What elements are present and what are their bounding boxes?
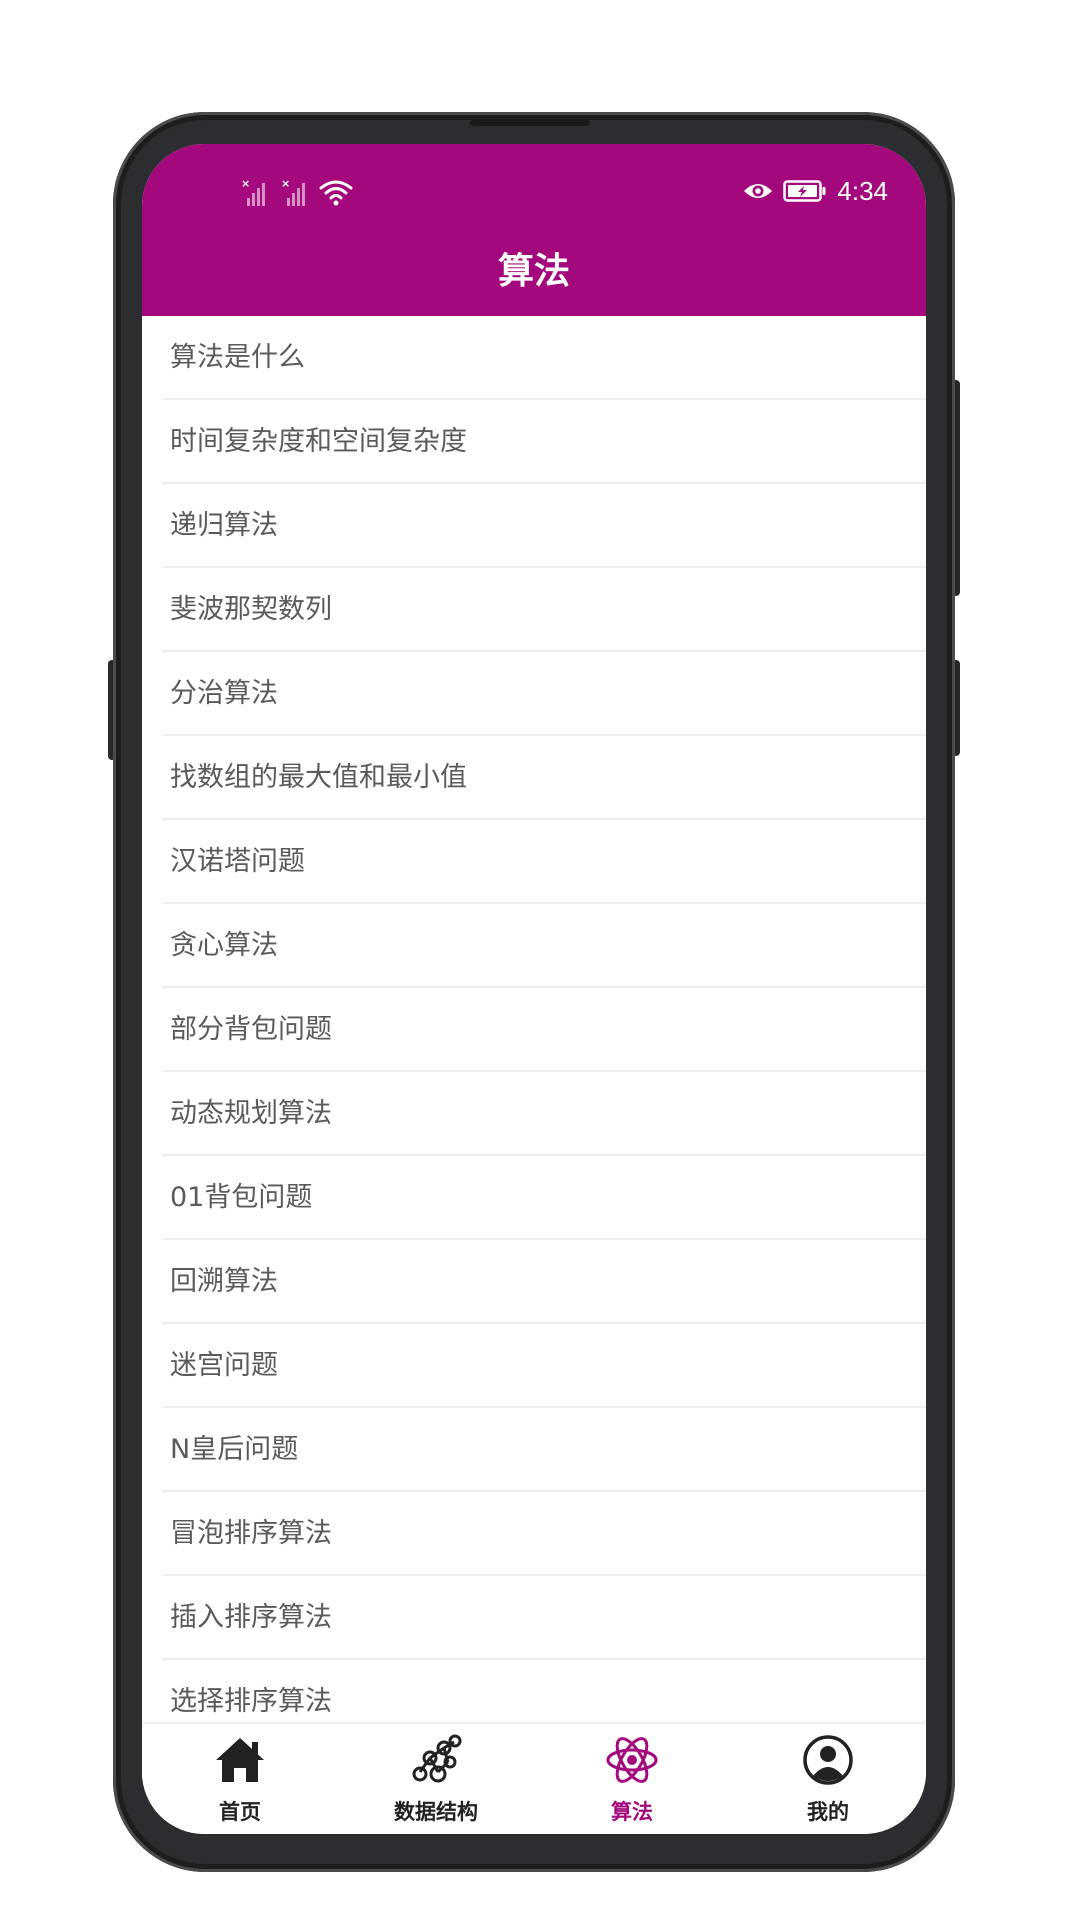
list-item-label: 递归算法 — [170, 510, 278, 541]
list-item-label: N皇后问题 — [170, 1434, 299, 1465]
status-bar-left: × × — [241, 174, 353, 206]
list-item-label: 迷宫问题 — [170, 1350, 278, 1381]
page-title: 算法 — [497, 251, 570, 292]
data-structure-icon — [412, 1734, 462, 1783]
phone-screen: × × 4:34 算法 算法是什么 时间复杂度和空间复杂度 递归算法 斐波那契数… — [142, 144, 926, 1834]
list-item[interactable]: 冒泡排序算法 — [142, 1492, 926, 1576]
list-item[interactable]: 时间复杂度和空间复杂度 — [142, 400, 926, 484]
list-item[interactable]: N皇后问题 — [142, 1408, 926, 1492]
status-bar-right: 4:34 — [743, 174, 888, 208]
list-item-label: 部分背包问题 — [170, 1014, 332, 1045]
list-item-label: 贪心算法 — [170, 930, 278, 961]
list-item-label: 汉诺塔问题 — [170, 846, 305, 877]
list-item-label: 冒泡排序算法 — [170, 1518, 332, 1549]
tab-mine-label: 我的 — [807, 1800, 849, 1824]
wifi-icon — [319, 180, 353, 206]
list-item-label: 斐波那契数列 — [170, 594, 332, 625]
list-item[interactable]: 01背包问题 — [142, 1156, 926, 1240]
home-icon — [216, 1738, 264, 1782]
tab-home-label: 首页 — [219, 1800, 261, 1824]
eye-icon — [744, 184, 773, 198]
signal-1-icon: × — [241, 177, 265, 206]
list-item[interactable]: 插入排序算法 — [142, 1576, 926, 1660]
battery-icon — [783, 180, 826, 202]
tab-data-structure-label: 数据结构 — [394, 1800, 478, 1824]
tab-home[interactable]: 首页 — [142, 1724, 338, 1834]
signal-2-icon: × — [281, 177, 305, 206]
app-header: × × 4:34 算法 — [142, 144, 926, 316]
list-item-label: 选择排序算法 — [170, 1686, 332, 1717]
page: × × 4:34 算法 算法是什么 时间复杂度和空间复杂度 递归算法 斐波那契数… — [0, 0, 1074, 1914]
list-item-label: 01背包问题 — [170, 1182, 313, 1213]
list-item[interactable]: 算法是什么 — [142, 316, 926, 400]
list-item[interactable]: 部分背包问题 — [142, 988, 926, 1072]
list-item-label: 分治算法 — [170, 678, 278, 709]
list-item-label: 动态规划算法 — [170, 1098, 332, 1129]
list-item-label: 时间复杂度和空间复杂度 — [170, 426, 467, 457]
tab-algorithm[interactable]: 算法 — [534, 1724, 730, 1834]
earpiece — [470, 120, 590, 126]
tab-algorithm-label: 算法 — [611, 1800, 653, 1824]
atom-icon — [606, 1737, 658, 1783]
list-item[interactable]: 汉诺塔问题 — [142, 820, 926, 904]
list-item-label: 找数组的最大值和最小值 — [170, 762, 467, 793]
list-item[interactable]: 分治算法 — [142, 652, 926, 736]
list-item[interactable]: 选择排序算法 — [142, 1660, 926, 1724]
tab-mine[interactable]: 我的 — [730, 1724, 926, 1834]
bottom-tab-bar: 首页 数据结构 算法 我的 — [142, 1722, 926, 1834]
list-item[interactable]: 回溯算法 — [142, 1240, 926, 1324]
list-item[interactable]: 动态规划算法 — [142, 1072, 926, 1156]
list-item[interactable]: 斐波那契数列 — [142, 568, 926, 652]
list-item[interactable]: 贪心算法 — [142, 904, 926, 988]
algorithm-list: 算法是什么 时间复杂度和空间复杂度 递归算法 斐波那契数列 分治算法 找数组的最… — [142, 316, 926, 1724]
list-item-label: 插入排序算法 — [170, 1602, 332, 1633]
list-item[interactable]: 迷宫问题 — [142, 1324, 926, 1408]
list-item[interactable]: 递归算法 — [142, 484, 926, 568]
tab-data-structure[interactable]: 数据结构 — [338, 1724, 534, 1834]
list-item[interactable]: 找数组的最大值和最小值 — [142, 736, 926, 820]
list-item-label: 回溯算法 — [170, 1266, 278, 1297]
profile-icon — [803, 1735, 853, 1785]
list-item-label: 算法是什么 — [170, 342, 305, 373]
status-time: 4:34 — [837, 175, 888, 206]
